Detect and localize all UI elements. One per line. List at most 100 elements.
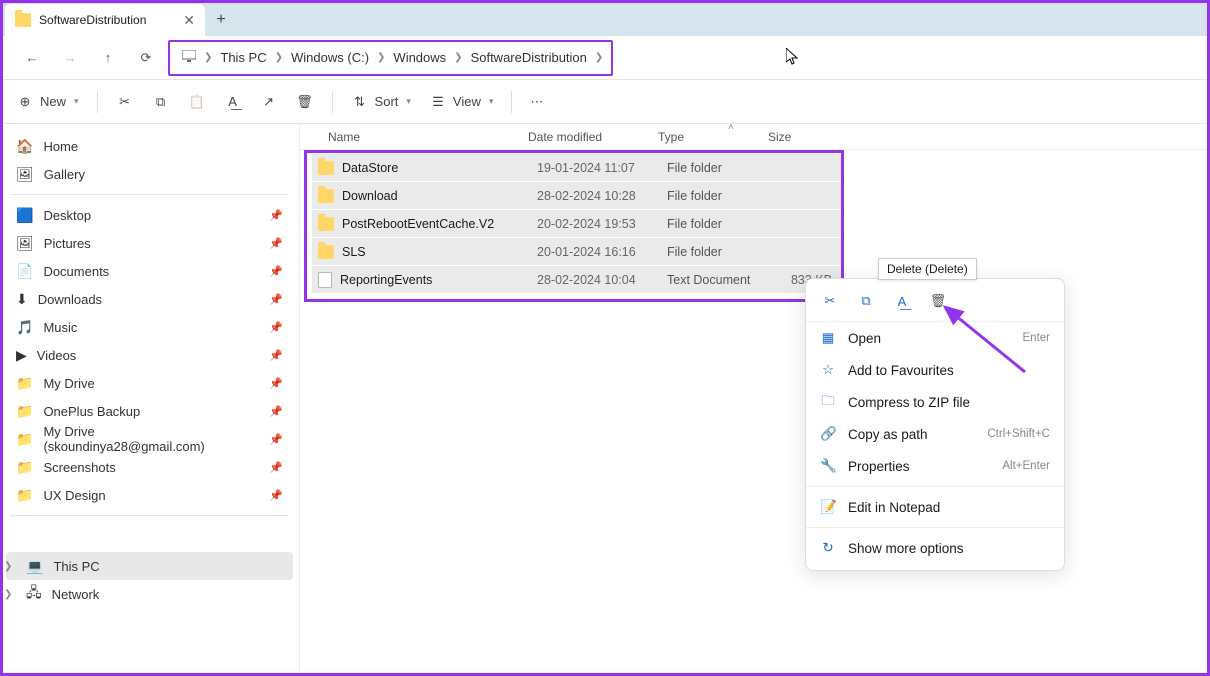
new-tab-button[interactable]: + (205, 4, 237, 36)
back-button[interactable]: ← (16, 42, 48, 74)
more-button[interactable]: ⋯ (530, 94, 543, 110)
breadcrumb-item[interactable]: Windows (C:) (285, 50, 375, 65)
new-button[interactable]: ⊕ New ▾ (16, 93, 79, 111)
file-row[interactable]: PostRebootEventCache.V220-02-2024 19:53F… (312, 210, 842, 237)
context-menu-item[interactable]: ▦OpenEnter (806, 322, 1064, 354)
plus-icon: ⊕ (16, 93, 34, 111)
sidebar-item[interactable]: 📁My Drive📌 (6, 369, 293, 397)
path-icon: 🔗 (820, 426, 836, 442)
file-row[interactable]: SLS20-01-2024 16:16File folder (312, 238, 842, 265)
tab-title: SoftwareDistribution (39, 13, 146, 27)
copy-icon[interactable]: ⧉ (856, 291, 876, 311)
paste-icon: 📋 (188, 93, 206, 111)
chevron-icon[interactable]: ❯ (593, 52, 605, 63)
pin-icon: 📌 (269, 237, 283, 250)
sidebar-item[interactable]: 📁UX Design📌 (6, 481, 293, 509)
chevron-icon[interactable]: ❯ (273, 52, 285, 63)
rename-button[interactable]: A͟ (224, 93, 242, 111)
breadcrumb-item[interactable]: This PC (214, 50, 272, 65)
desktop-icon: 🟦 (16, 207, 33, 224)
context-menu: ✂ ⧉ A͟ 🗑 ▦OpenEnter☆Add to Favourites🗀Co… (805, 278, 1065, 571)
column-date[interactable]: Date modified (528, 130, 658, 144)
sidebar-item[interactable]: 📁Screenshots📌 (6, 453, 293, 481)
cut-button[interactable]: ✂ (116, 93, 134, 111)
sidebar-item[interactable]: ▶Videos📌 (6, 341, 293, 369)
sidebar-item[interactable]: 🟦Desktop📌 (6, 201, 293, 229)
sidebar-item[interactable]: 📄Documents📌 (6, 257, 293, 285)
refresh-button[interactable]: ⟳ (130, 42, 162, 74)
sidebar-item[interactable]: 🖼 Pictures 📌 (6, 229, 293, 257)
separator (97, 91, 98, 113)
file-type: File folder (667, 189, 777, 203)
tab-bar: SoftwareDistribution ✕ + (0, 0, 1210, 36)
chevron-icon[interactable]: ❯ (375, 52, 387, 63)
context-menu-item[interactable]: ☆Add to Favourites (806, 354, 1064, 386)
close-icon[interactable]: ✕ (183, 12, 195, 29)
expand-icon[interactable]: ❯ (4, 589, 12, 600)
sidebar-item[interactable]: 📁My Drive (skoundinya28@gmail.com)📌 (6, 425, 293, 453)
props-icon: 🔧 (820, 458, 836, 474)
pictures-icon: 🖼 (16, 235, 34, 252)
sidebar-item[interactable]: ❯💻This PC (6, 552, 293, 580)
trash-icon[interactable]: 🗑 (928, 291, 948, 311)
sidebar-item[interactable]: ❯🖧Network (6, 580, 293, 608)
breadcrumb-item[interactable]: SoftwareDistribution (465, 50, 593, 65)
copy-button[interactable]: ⧉ (152, 93, 170, 111)
sort-button[interactable]: ⇅ Sort ▾ (351, 93, 411, 111)
sidebar-item[interactable]: 🏠Home (6, 132, 293, 160)
column-headers[interactable]: ˄ Name Date modified Type Size (300, 124, 1210, 150)
sidebar-item[interactable]: 📁OnePlus Backup📌 (6, 397, 293, 425)
tab[interactable]: SoftwareDistribution ✕ (5, 4, 205, 36)
delete-button[interactable]: 🗑 (296, 93, 314, 111)
sidebar-item[interactable]: ⬇Downloads📌 (6, 285, 293, 313)
sidebar-label: Downloads (38, 292, 102, 307)
chevron-icon[interactable]: ❯ (202, 52, 214, 63)
file-row[interactable]: DataStore19-01-2024 11:07File folder (312, 154, 842, 181)
file-name: SLS (342, 245, 366, 259)
sidebar-label: Pictures (44, 236, 91, 251)
up-button[interactable]: ↑ (92, 42, 124, 74)
tooltip: Delete (Delete) (878, 258, 977, 280)
breadcrumb-highlight: ❯ This PC ❯ Windows (C:) ❯ Windows ❯ Sof… (168, 40, 613, 76)
folder-icon: 📁 (16, 375, 33, 392)
paste-button[interactable]: 📋 (188, 93, 206, 111)
view-button[interactable]: ☰ View ▾ (429, 93, 493, 111)
sidebar-item[interactable]: 🎵Music📌 (6, 313, 293, 341)
file-row[interactable]: Download28-02-2024 10:28File folder (312, 182, 842, 209)
more-icon: ↻ (820, 540, 836, 556)
context-menu-item[interactable]: 🗀Compress to ZIP file (806, 386, 1064, 418)
context-menu-item[interactable]: 🔗Copy as pathCtrl+Shift+C (806, 418, 1064, 450)
cursor-icon (786, 48, 800, 71)
pc-icon[interactable] (176, 50, 202, 65)
sort-indicator: ˄ (728, 122, 734, 133)
music-icon: 🎵 (16, 319, 33, 336)
context-menu-item[interactable]: 🔧PropertiesAlt+Enter (806, 450, 1064, 482)
file-icon (318, 272, 332, 288)
pin-icon: 📌 (269, 209, 283, 222)
expand-icon[interactable]: ❯ (4, 561, 12, 572)
column-name[interactable]: Name (308, 130, 528, 144)
context-menu-item[interactable]: 📝Edit in Notepad (806, 491, 1064, 523)
share-button[interactable]: ↗ (260, 93, 278, 111)
folder-icon: 📁 (16, 487, 33, 504)
breadcrumb-item[interactable]: Windows (387, 50, 452, 65)
separator (10, 515, 289, 516)
pin-icon: 📌 (269, 405, 283, 418)
forward-button[interactable]: → (54, 42, 86, 74)
file-row[interactable]: ReportingEvents28-02-2024 10:04Text Docu… (312, 266, 842, 293)
cut-icon[interactable]: ✂ (820, 291, 840, 311)
sidebar-label: Screenshots (43, 460, 115, 475)
file-date: 20-01-2024 16:16 (537, 245, 667, 259)
separator (332, 91, 333, 113)
file-name: PostRebootEventCache.V2 (342, 217, 494, 231)
rename-icon[interactable]: A͟ (892, 291, 912, 311)
context-menu-label: Copy as path (848, 427, 928, 442)
column-type[interactable]: Type (658, 130, 768, 144)
context-menu-label: Edit in Notepad (848, 500, 940, 515)
sidebar-label: UX Design (43, 488, 105, 503)
file-name: Download (342, 189, 398, 203)
column-size[interactable]: Size (768, 130, 828, 144)
chevron-icon[interactable]: ❯ (452, 52, 464, 63)
sidebar-item[interactable]: 🖼Gallery (6, 160, 293, 188)
context-menu-item[interactable]: ↻Show more options (806, 532, 1064, 564)
